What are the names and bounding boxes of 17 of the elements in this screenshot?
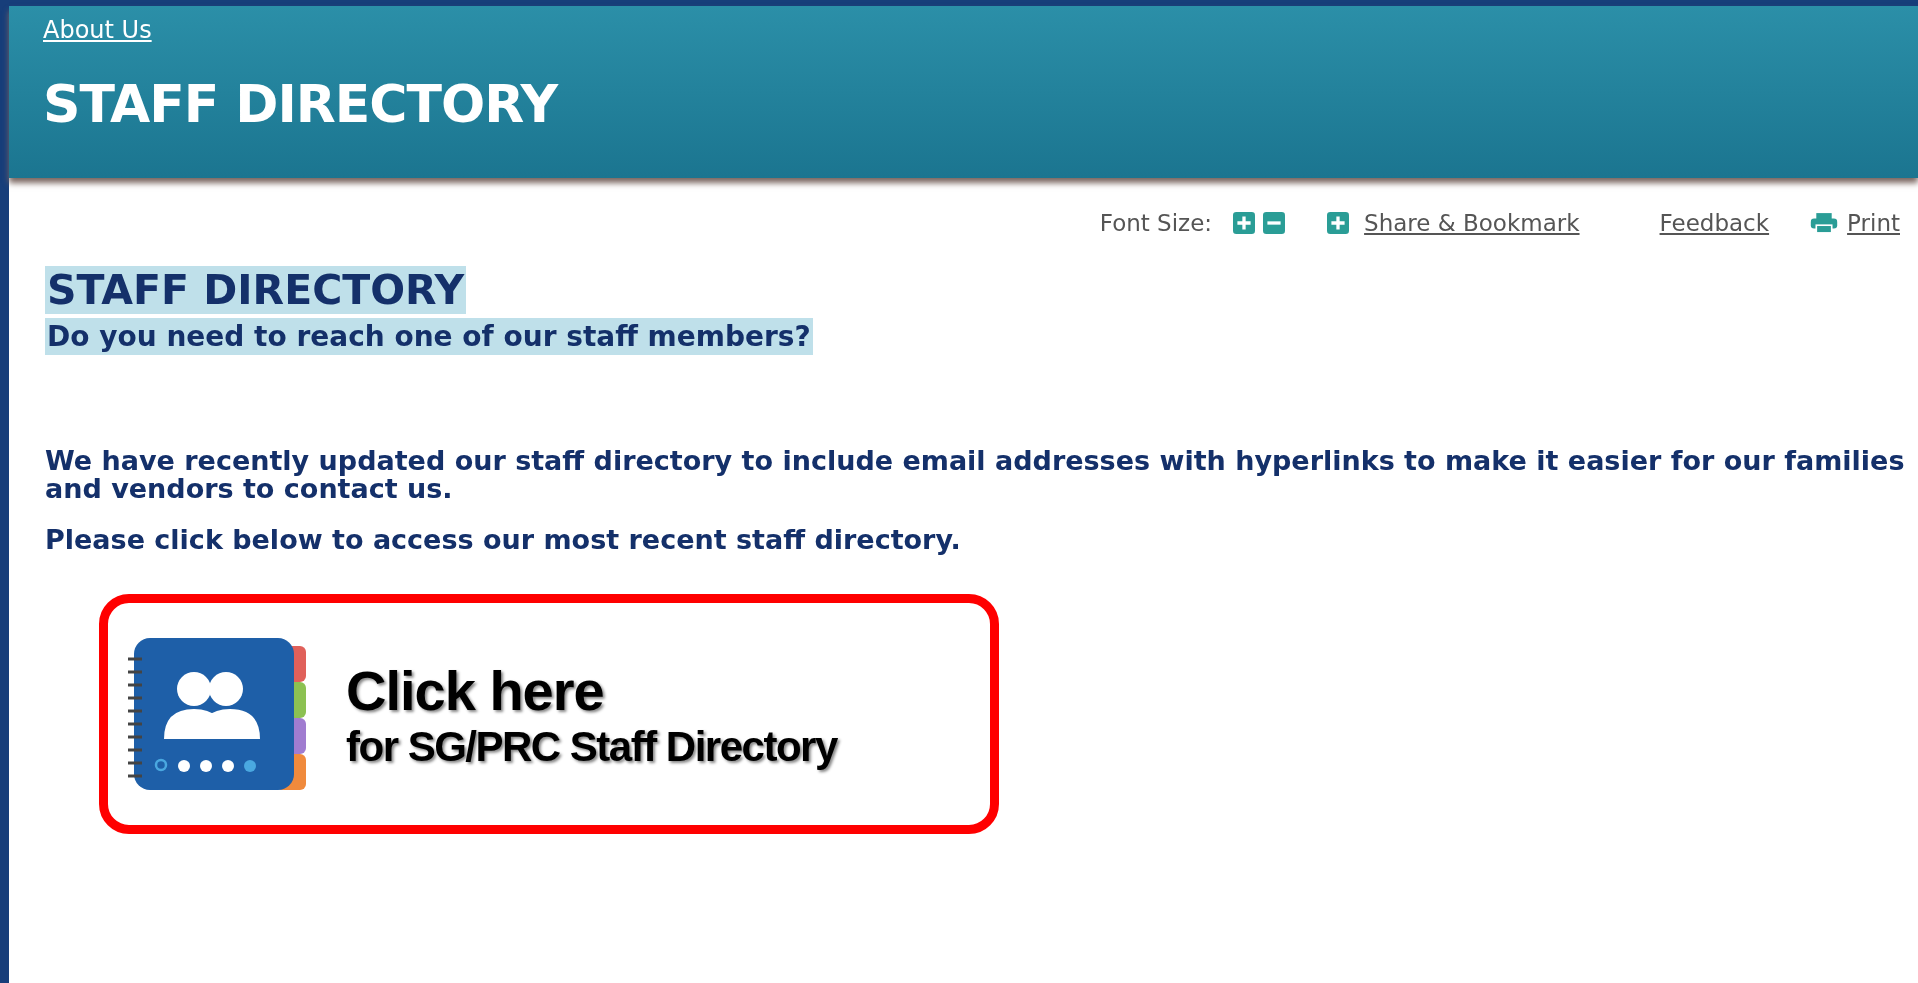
plus-icon bbox=[1326, 212, 1351, 234]
decrease-font-icon[interactable] bbox=[1262, 212, 1287, 234]
print-link[interactable]: Print bbox=[1847, 210, 1900, 236]
paragraph: Please click below to access our most recent staff directory. bbox=[45, 525, 962, 555]
feedback-link[interactable]: Feedback bbox=[1659, 210, 1770, 236]
increase-font-icon[interactable] bbox=[1232, 212, 1257, 234]
banner-title: Click here bbox=[346, 657, 605, 723]
font-size-label: Font Size: bbox=[1099, 210, 1213, 236]
breadcrumb-link[interactable]: About Us bbox=[43, 16, 152, 44]
section-heading: STAFF DIRECTORY bbox=[45, 266, 467, 314]
staff-directory-banner-link[interactable]: Click here for SG/PRC Staff Directory bbox=[99, 594, 999, 835]
section-subheading: Do you need to reach one of our staff members? bbox=[45, 318, 813, 355]
page-title: STAFF DIRECTORY bbox=[43, 74, 560, 134]
printer-icon bbox=[1809, 212, 1840, 234]
paragraph: We have recently updated our staff directory to include email addresses with hyperlinks to make it easier for our families and vendors to contact us. bbox=[45, 447, 1906, 504]
banner-subtitle: for SG/PRC Staff Directory bbox=[346, 722, 837, 771]
share-bookmark-link[interactable]: Share & Bookmark bbox=[1364, 210, 1580, 236]
